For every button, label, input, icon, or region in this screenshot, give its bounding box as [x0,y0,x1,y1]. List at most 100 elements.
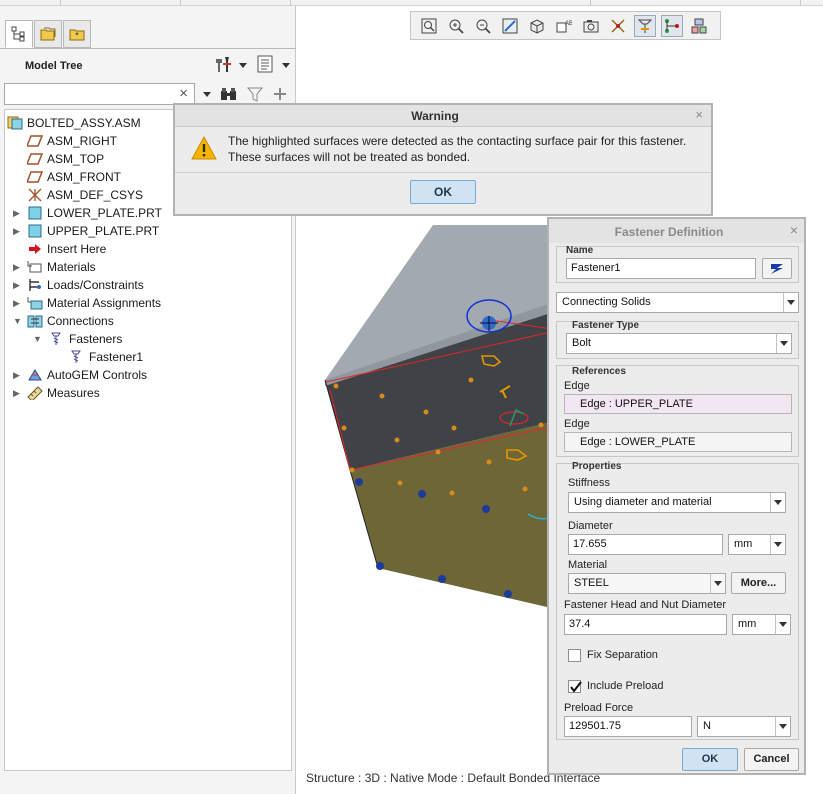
expand-icon[interactable]: ▶ [13,366,20,384]
expand-icon[interactable]: ▶ [13,258,20,276]
tree-item-label: BOLTED_ASSY.ASM [27,116,141,130]
include-preload-label: Include Preload [587,680,664,692]
ok-button[interactable]: OK [682,748,738,771]
material-label: Material [568,559,608,571]
fastener-definition-dialog: Fastener Definition × Name Fastener1 Con… [547,217,806,775]
tree-item-label: ASM_TOP [47,152,105,166]
connection-type-select[interactable]: Connecting Solids [556,292,799,313]
display-style-button[interactable] [526,15,548,37]
zoom-out-icon [476,19,491,34]
datum-display-button[interactable] [607,15,629,37]
diameter-unit-select[interactable]: mm [728,534,786,555]
close-icon[interactable]: × [790,222,798,238]
fastener-type-group: Fastener Type Bolt [556,320,799,359]
collapse-icon[interactable]: ▼ [33,330,42,348]
chevron-down-icon[interactable] [239,63,247,68]
tree-item-label: ASM_RIGHT [47,134,118,148]
binoculars-icon [221,88,236,100]
annotation-display-button[interactable] [688,15,710,37]
favorites-icon: * [69,29,85,41]
show-button[interactable] [255,54,277,76]
head-diameter-field[interactable]: 37.4 [564,614,727,635]
repaint-button[interactable] [499,15,521,37]
references-label: References [572,366,626,377]
svg-text:AB: AB [565,21,572,27]
fastener-type-select[interactable]: Bolt [566,333,792,354]
measure-icon [27,386,43,400]
name-group: Name Fastener1 [556,245,799,283]
chevron-down-icon[interactable] [203,92,211,97]
fastener-icon [71,350,81,363]
connections-icon [27,315,43,328]
tree-settings-button[interactable] [213,54,235,76]
tree-item-label: UPPER_PLATE.PRT [47,224,160,238]
connection-type-value: Connecting Solids [562,296,651,308]
expand-icon[interactable]: ▶ [13,384,20,402]
expand-icon[interactable]: ▶ [13,276,20,294]
datum-display-icon [611,19,625,33]
zoom-in-button[interactable] [445,15,467,37]
properties-label: Properties [572,461,622,472]
chevron-down-icon[interactable] [282,63,290,68]
tree-icon [11,26,25,42]
material-select[interactable]: STEEL [568,573,726,594]
warning-titlebar[interactable]: Warning × [175,105,711,127]
tree-item-label: AutoGEM Controls [47,368,148,382]
chevron-down-icon [770,493,785,512]
saved-orientations-button[interactable]: AB [553,15,575,37]
include-preload-checkbox[interactable] [568,680,582,693]
preload-unit-select[interactable]: N [697,716,791,737]
simulation-display-icon [637,19,653,33]
stiffness-value: Using diameter and material [574,496,712,508]
view-manager-icon [583,20,599,33]
expand-icon[interactable]: ▶ [13,204,20,222]
edge-reference-upper[interactable]: Edge : UPPER_PLATE [564,394,792,414]
search-box[interactable]: × [4,83,195,105]
close-icon[interactable]: × [179,84,188,104]
warning-dialog: Warning × The highlighted surfaces were … [173,103,713,216]
cancel-button[interactable]: Cancel [744,748,799,771]
stiffness-select[interactable]: Using diameter and material [568,492,786,513]
insert-arrow-icon [29,244,41,254]
tree-item-label: Insert Here [47,242,107,256]
chevron-down-icon [770,535,785,554]
warning-icon [191,136,217,160]
expand-icon[interactable]: ▶ [13,294,20,312]
diameter-field[interactable]: 17.655 [568,534,723,555]
more-button[interactable]: More... [731,572,786,594]
color-button[interactable] [762,258,792,279]
connections-display-button[interactable] [661,15,683,37]
chevron-down-icon [710,574,725,593]
tab-folders[interactable] [34,20,62,48]
tab-model-tree[interactable] [5,20,33,48]
collapse-icon[interactable]: ▼ [13,312,22,330]
simulation-display-button[interactable] [634,15,656,37]
tree-item-label: ASM_FRONT [47,170,122,184]
refit-icon [421,18,437,34]
zoom-out-button[interactable] [472,15,494,37]
tab-favorites[interactable]: * [63,20,91,48]
refit-button[interactable] [418,15,440,37]
tree-item-label: Connections [47,314,114,328]
head-diameter-unit-select[interactable]: mm [732,614,791,635]
part-icon [28,224,42,238]
fix-separation-checkbox[interactable] [568,649,581,662]
datum-plane-icon [27,153,43,165]
expand-icon[interactable]: ▶ [13,222,20,240]
view-manager-button[interactable] [580,15,602,37]
chevron-down-icon [775,615,790,634]
add-column-button[interactable] [273,87,287,104]
close-icon[interactable]: × [695,107,703,122]
dialog-title: Fastener Definition [614,225,724,239]
edge-reference-lower[interactable]: Edge : LOWER_PLATE [564,432,792,452]
search-input[interactable] [7,85,167,103]
fastener-titlebar[interactable]: Fastener Definition × [549,219,804,243]
ok-button[interactable]: OK [410,180,476,204]
graphics-toolbar: AB [410,11,721,40]
properties-group: Properties Stiffness Using diameter and … [556,461,799,740]
name-field[interactable]: Fastener1 [566,258,756,279]
tree-item-label: Fastener1 [89,350,144,364]
head-diameter-unit-value: mm [738,618,757,630]
preload-force-field[interactable]: 129501.75 [564,716,692,737]
fastener-color-icon [771,264,783,274]
